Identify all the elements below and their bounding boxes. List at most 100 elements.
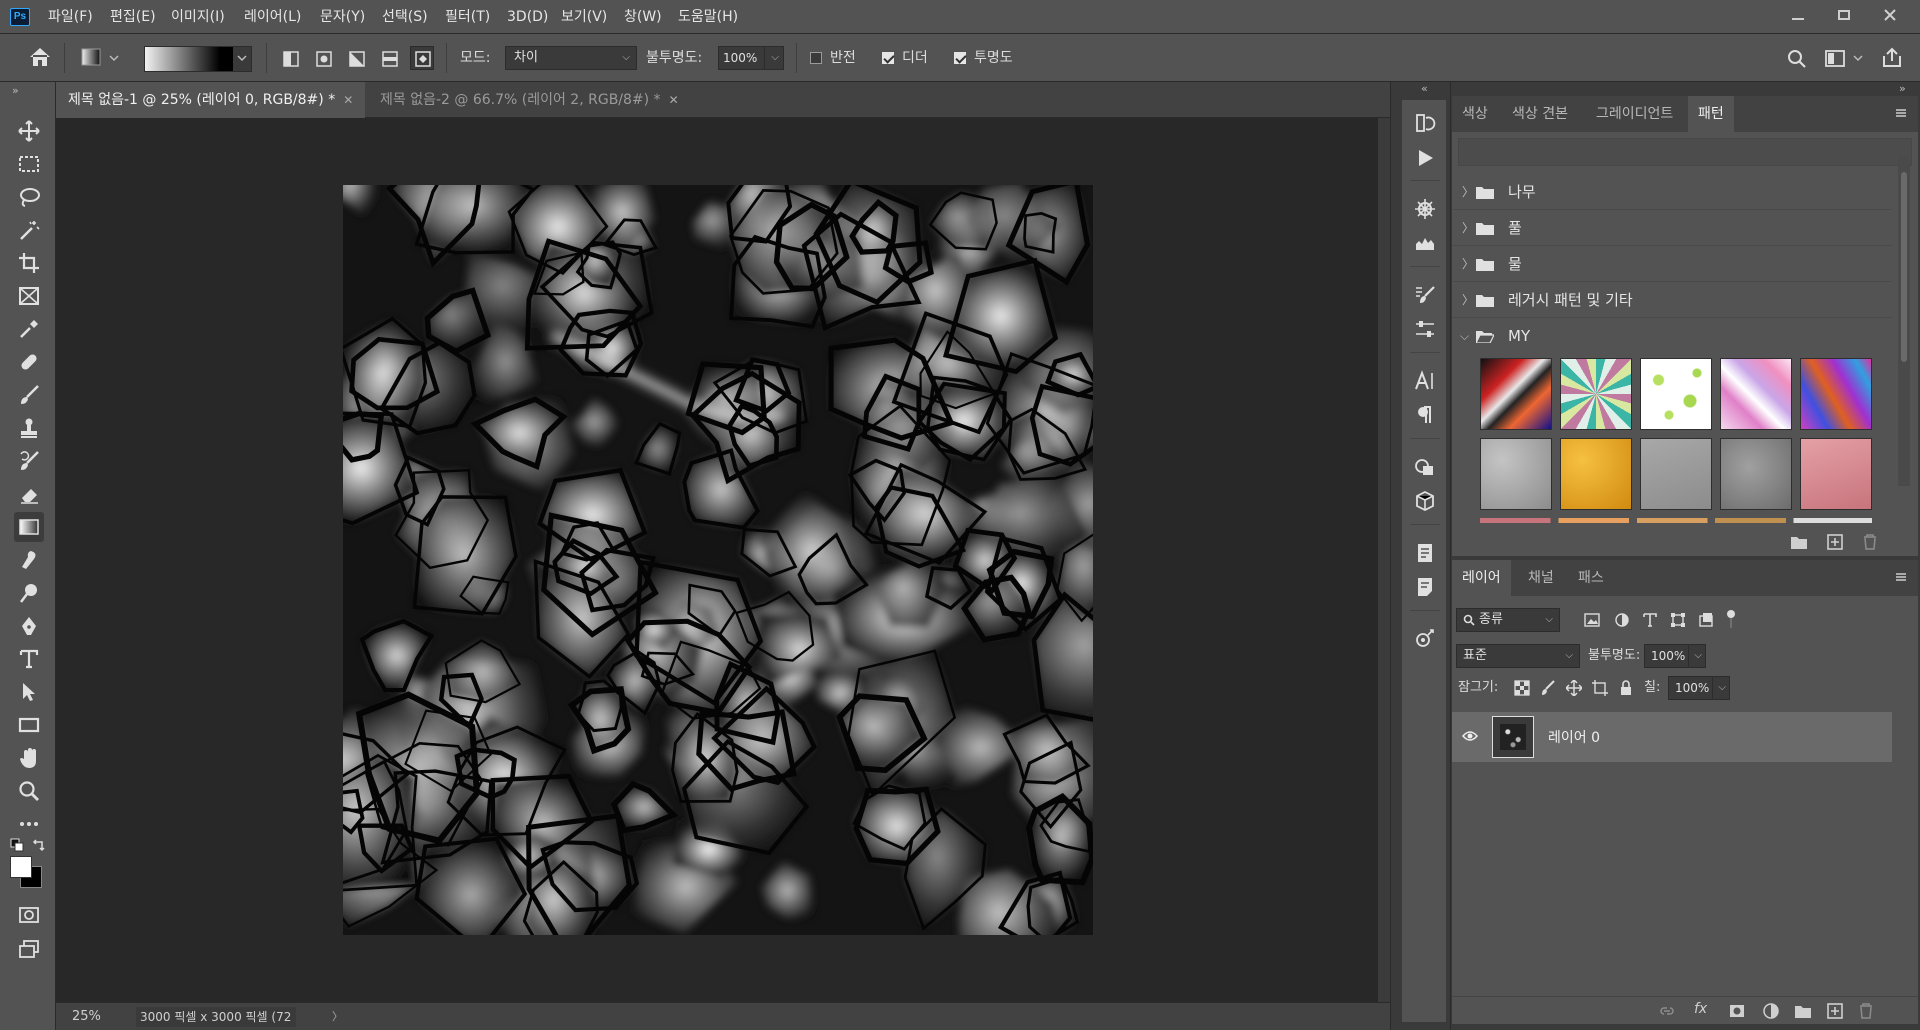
type-tool[interactable] (14, 644, 44, 674)
brush-tool[interactable] (14, 380, 44, 410)
move-tool[interactable] (14, 116, 44, 146)
lock-image-pixels-icon[interactable] (1540, 680, 1556, 696)
opacity-dropdown[interactable]: ⌵ (764, 46, 784, 70)
pattern-folder-my[interactable]: ⌵ MY (1452, 318, 1892, 354)
hand-tool[interactable] (14, 743, 44, 773)
reflected-gradient-button[interactable] (377, 46, 401, 70)
eraser-tool[interactable] (14, 479, 44, 509)
histogram-panel-button[interactable] (1410, 228, 1440, 258)
rectangle-tool[interactable] (14, 710, 44, 740)
notes-panel-button[interactable] (1410, 572, 1440, 602)
lock-all-icon[interactable] (1618, 680, 1634, 696)
share-button[interactable] (1880, 46, 1904, 70)
new-folder-icon[interactable] (1790, 534, 1808, 550)
path-selection-tool[interactable] (14, 677, 44, 707)
close-tab-icon[interactable]: ✕ (669, 93, 679, 107)
fx-icon[interactable]: fx (1694, 1001, 1707, 1017)
diamond-gradient-button[interactable] (410, 46, 434, 70)
edit-toolbar-button[interactable] (14, 809, 44, 839)
gradient-tool[interactable] (14, 512, 44, 542)
zoom-level[interactable]: 25% (72, 1003, 101, 1030)
layer-opacity-input[interactable]: 100% (1644, 644, 1690, 668)
menu-image[interactable]: 이미지(I) (171, 0, 225, 34)
brush-settings-panel-button[interactable] (1410, 280, 1440, 310)
lock-position-icon[interactable] (1566, 680, 1582, 696)
minimize-button[interactable] (1776, 0, 1820, 30)
menu-edit[interactable]: 편집(E) (110, 0, 156, 34)
smart-object-filter-icon[interactable] (1698, 612, 1714, 628)
foreground-color-swatch[interactable] (10, 856, 32, 878)
dither-checkbox[interactable] (882, 52, 894, 64)
link-layers-icon[interactable] (1658, 1003, 1676, 1019)
lock-transparent-pixels-icon[interactable] (1514, 680, 1530, 696)
menu-file[interactable]: 파일(F) (48, 0, 93, 34)
restore-button[interactable] (1822, 0, 1866, 30)
libraries-panel-button[interactable] (1410, 538, 1440, 568)
history-brush-tool[interactable] (14, 446, 44, 476)
add-mask-icon[interactable] (1728, 1002, 1746, 1020)
crop-tool[interactable] (14, 248, 44, 278)
tab-color[interactable]: 색상 (1452, 96, 1498, 132)
radial-gradient-button[interactable] (311, 46, 335, 70)
paragraph-panel-button[interactable] (1410, 400, 1440, 430)
pattern-thumb-5[interactable] (1800, 358, 1872, 430)
healing-brush-tool[interactable] (14, 347, 44, 377)
shapes-panel-button[interactable] (1410, 452, 1440, 482)
pattern-thumb-10[interactable] (1800, 438, 1872, 510)
patterns-scrollbar[interactable] (1898, 156, 1910, 486)
reverse-checkbox[interactable] (810, 52, 822, 64)
default-colors-button[interactable] (10, 838, 24, 852)
close-window-button[interactable] (1868, 0, 1912, 30)
close-tab-icon[interactable]: ✕ (343, 93, 353, 107)
tab-layers[interactable]: 레이어 (1452, 560, 1511, 596)
menu-3d[interactable]: 3D(D) (507, 0, 548, 34)
menu-help[interactable]: 도움말(H) (678, 0, 738, 34)
menu-window[interactable]: 창(W) (624, 0, 662, 34)
clone-stamp-tool[interactable] (14, 413, 44, 443)
properties-panel-button[interactable] (1410, 624, 1440, 654)
document-tab-1[interactable]: 제목 없음-1 @ 25% (레이어 0, RGB/8#) * ✕ (56, 82, 366, 118)
eyedropper-tool[interactable] (14, 314, 44, 344)
panel-menu-button[interactable] (1894, 106, 1908, 120)
3d-panel-button[interactable] (1410, 486, 1440, 516)
marquee-tool[interactable] (14, 149, 44, 179)
delete-layer-icon[interactable] (1858, 1002, 1874, 1020)
transparency-checkbox[interactable] (954, 52, 966, 64)
navigator-panel-button[interactable] (1410, 194, 1440, 224)
tab-gradients[interactable]: 그레이디언트 (1586, 96, 1683, 132)
image-canvas[interactable] (343, 185, 1093, 935)
smudge-tool[interactable] (14, 545, 44, 575)
panel-menu-button[interactable] (1894, 570, 1908, 584)
mode-select[interactable]: 차이 ⌵ (505, 46, 637, 70)
new-layer-icon[interactable] (1826, 1002, 1844, 1020)
gradient-editor-swatch[interactable] (144, 46, 252, 72)
fill-dropdown[interactable]: ⌵ (1712, 676, 1730, 700)
swap-colors-button[interactable] (32, 838, 46, 852)
menu-select[interactable]: 선택(S) (382, 0, 428, 34)
lasso-tool[interactable] (14, 182, 44, 212)
tab-channels[interactable]: 채널 (1518, 560, 1564, 596)
vertical-scrollbar[interactable] (1378, 118, 1390, 1002)
magic-wand-tool[interactable] (14, 215, 44, 245)
layer-opacity-dropdown[interactable]: ⌵ (1688, 644, 1706, 668)
search-button[interactable] (1786, 48, 1808, 70)
chevron-right-icon[interactable]: 〉 (332, 1003, 343, 1030)
eye-icon[interactable] (1462, 730, 1478, 742)
new-pattern-icon[interactable] (1826, 533, 1844, 551)
pattern-thumb-3[interactable] (1640, 358, 1712, 430)
menu-filter[interactable]: 필터(T) (445, 0, 490, 34)
pattern-thumb-1[interactable] (1480, 358, 1552, 430)
menu-view[interactable]: 보기(V) (561, 0, 607, 34)
zoom-tool[interactable] (14, 776, 44, 806)
pattern-folder-wood[interactable]: 〉 나무 (1452, 174, 1892, 210)
pattern-thumb-9[interactable] (1720, 438, 1792, 510)
adjustment-layer-filter-icon[interactable] (1614, 612, 1630, 628)
menu-type[interactable]: 문자(Y) (320, 0, 365, 34)
layer-filter-select[interactable]: 종류 ⌵ (1456, 608, 1560, 632)
pattern-folder-legacy[interactable]: 〉 레거시 패턴 및 기타 (1452, 282, 1892, 318)
collapse-icon[interactable]: » (12, 84, 19, 97)
history-panel-button[interactable] (1410, 108, 1440, 138)
adjustments-panel-button[interactable] (1410, 314, 1440, 344)
pattern-thumb-2[interactable] (1560, 358, 1632, 430)
pattern-thumb-4[interactable] (1720, 358, 1792, 430)
